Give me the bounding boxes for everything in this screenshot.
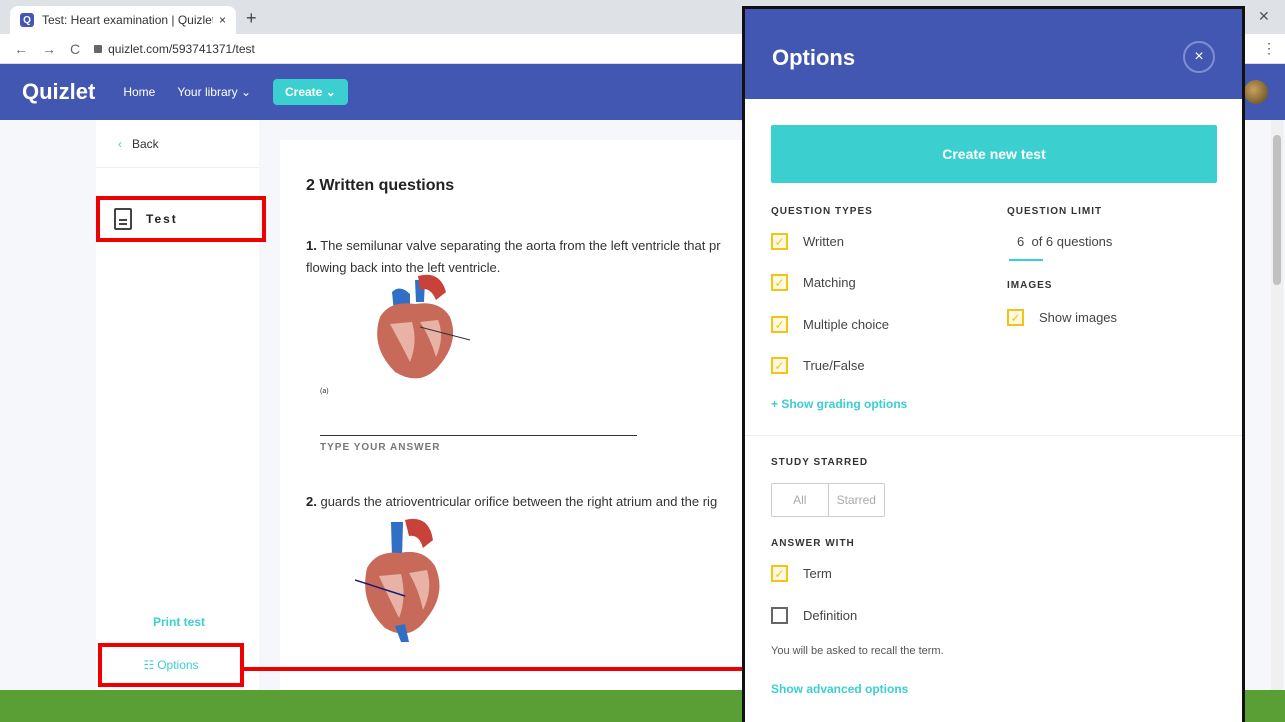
checkbox-definition[interactable] xyxy=(771,607,788,624)
checkbox-matching[interactable]: ✓ xyxy=(771,274,788,291)
study-starred-label: STUDY STARRED xyxy=(771,457,869,468)
question-2-text: 2. guards the atrioventricular orifice b… xyxy=(306,491,746,513)
sidebar-item-test[interactable]: Test xyxy=(96,196,266,242)
browser-tab[interactable]: Q Test: Heart examination | Quizlet × xyxy=(10,6,236,34)
checkbox-label-multiple-choice: Multiple choice xyxy=(803,317,889,332)
question-number: 1. xyxy=(306,238,317,253)
question-limit-underline xyxy=(1009,259,1043,261)
question-limit-input[interactable]: 6 of 6 questions xyxy=(1017,234,1112,249)
checkbox-true-false[interactable]: ✓ xyxy=(771,357,788,374)
question-limit-suffix: of 6 questions xyxy=(1031,234,1113,249)
create-new-test-button[interactable]: Create new test xyxy=(771,125,1217,183)
heart-image-1 xyxy=(377,274,471,379)
back-label: Back xyxy=(132,137,159,151)
tab-title: Test: Heart examination | Quizlet xyxy=(42,13,213,27)
tab-close-icon[interactable]: × xyxy=(219,13,226,27)
checkbox-label-show-images: Show images xyxy=(1039,310,1118,325)
sidebar-divider xyxy=(96,167,259,168)
checkbox-label-matching: Matching xyxy=(803,275,856,290)
checkbox-label-definition: Definition xyxy=(803,608,858,623)
new-tab-button[interactable]: + xyxy=(246,8,257,29)
print-test-link[interactable]: Print test xyxy=(153,615,205,629)
panel-divider xyxy=(745,435,1242,436)
show-advanced-options-link[interactable]: Show advanced options xyxy=(771,682,908,696)
toggle-all[interactable]: All xyxy=(772,484,828,516)
answer-hint: TYPE YOUR ANSWER xyxy=(320,442,441,453)
page-right-strip xyxy=(1245,120,1271,690)
checkbox-show-images[interactable]: ✓ xyxy=(1007,309,1024,326)
question-limit-value: 6 xyxy=(1017,234,1025,249)
answer-with-label: ANSWER WITH xyxy=(771,538,855,549)
question-number: 2. xyxy=(306,494,317,509)
nav-your-library[interactable]: Your library ⌄ xyxy=(177,85,251,99)
checkbox-term[interactable]: ✓ xyxy=(771,565,788,582)
nav-home[interactable]: Home xyxy=(123,85,155,99)
options-button[interactable]: ☷ Options xyxy=(98,643,244,687)
show-grading-options-link[interactable]: + Show grading options xyxy=(771,397,907,411)
back-arrow-icon[interactable]: ← xyxy=(14,41,28,57)
chevron-left-icon: ‹ xyxy=(118,137,122,151)
reload-icon[interactable]: C xyxy=(70,41,80,57)
sliders-icon: ☷ xyxy=(143,658,155,672)
lock-icon xyxy=(94,44,103,53)
recall-hint: You will be asked to recall the term. xyxy=(771,645,944,657)
quizlet-logo[interactable]: Quizlet xyxy=(22,79,95,105)
forward-arrow-icon[interactable]: → xyxy=(42,41,56,57)
window-close-icon[interactable]: ✕ xyxy=(1258,8,1270,25)
question-1-text: 1. The semilunar valve separating the ao… xyxy=(306,235,746,257)
heart-image-2 xyxy=(355,518,440,642)
options-title: Options xyxy=(772,45,856,70)
url-field[interactable]: quizlet.com/593741371/test xyxy=(108,42,255,56)
question-text: The semilunar valve separating the aorta… xyxy=(320,238,721,253)
create-button[interactable]: Create ⌄ xyxy=(273,79,348,105)
options-panel-header: Options × xyxy=(745,9,1242,99)
question-types-label: QUESTION TYPES xyxy=(771,206,873,217)
close-icon[interactable]: × xyxy=(1183,41,1215,73)
options-panel: Options × Create new test QUESTION TYPES… xyxy=(742,6,1245,722)
figure-caption: (a) xyxy=(320,388,329,395)
options-label: Options xyxy=(157,658,199,672)
avatar[interactable] xyxy=(1244,80,1268,104)
back-link[interactable]: ‹ Back xyxy=(118,137,159,151)
images-label: IMAGES xyxy=(1007,280,1053,291)
section-title: 2 Written questions xyxy=(306,177,455,194)
question-text: guards the atrioventricular orifice betw… xyxy=(320,494,718,509)
study-starred-toggle: All Starred xyxy=(771,483,885,517)
test-card xyxy=(280,140,750,700)
toggle-starred[interactable]: Starred xyxy=(827,484,885,516)
checkbox-label-true-false: True/False xyxy=(803,358,865,373)
checkbox-label-written: Written xyxy=(803,234,844,249)
scrollbar-thumb[interactable] xyxy=(1273,135,1281,285)
browser-menu-icon[interactable]: ⋮ xyxy=(1262,40,1276,57)
question-limit-label: QUESTION LIMIT xyxy=(1007,206,1103,217)
document-icon xyxy=(114,208,132,230)
checkbox-multiple-choice[interactable]: ✓ xyxy=(771,316,788,333)
answer-input-line[interactable] xyxy=(320,435,637,436)
checkbox-written[interactable]: ✓ xyxy=(771,233,788,250)
quizlet-favicon-icon: Q xyxy=(20,13,34,27)
sidebar-item-label: Test xyxy=(146,212,178,226)
checkbox-label-term: Term xyxy=(803,566,832,581)
annotation-arrow-line xyxy=(244,667,752,671)
